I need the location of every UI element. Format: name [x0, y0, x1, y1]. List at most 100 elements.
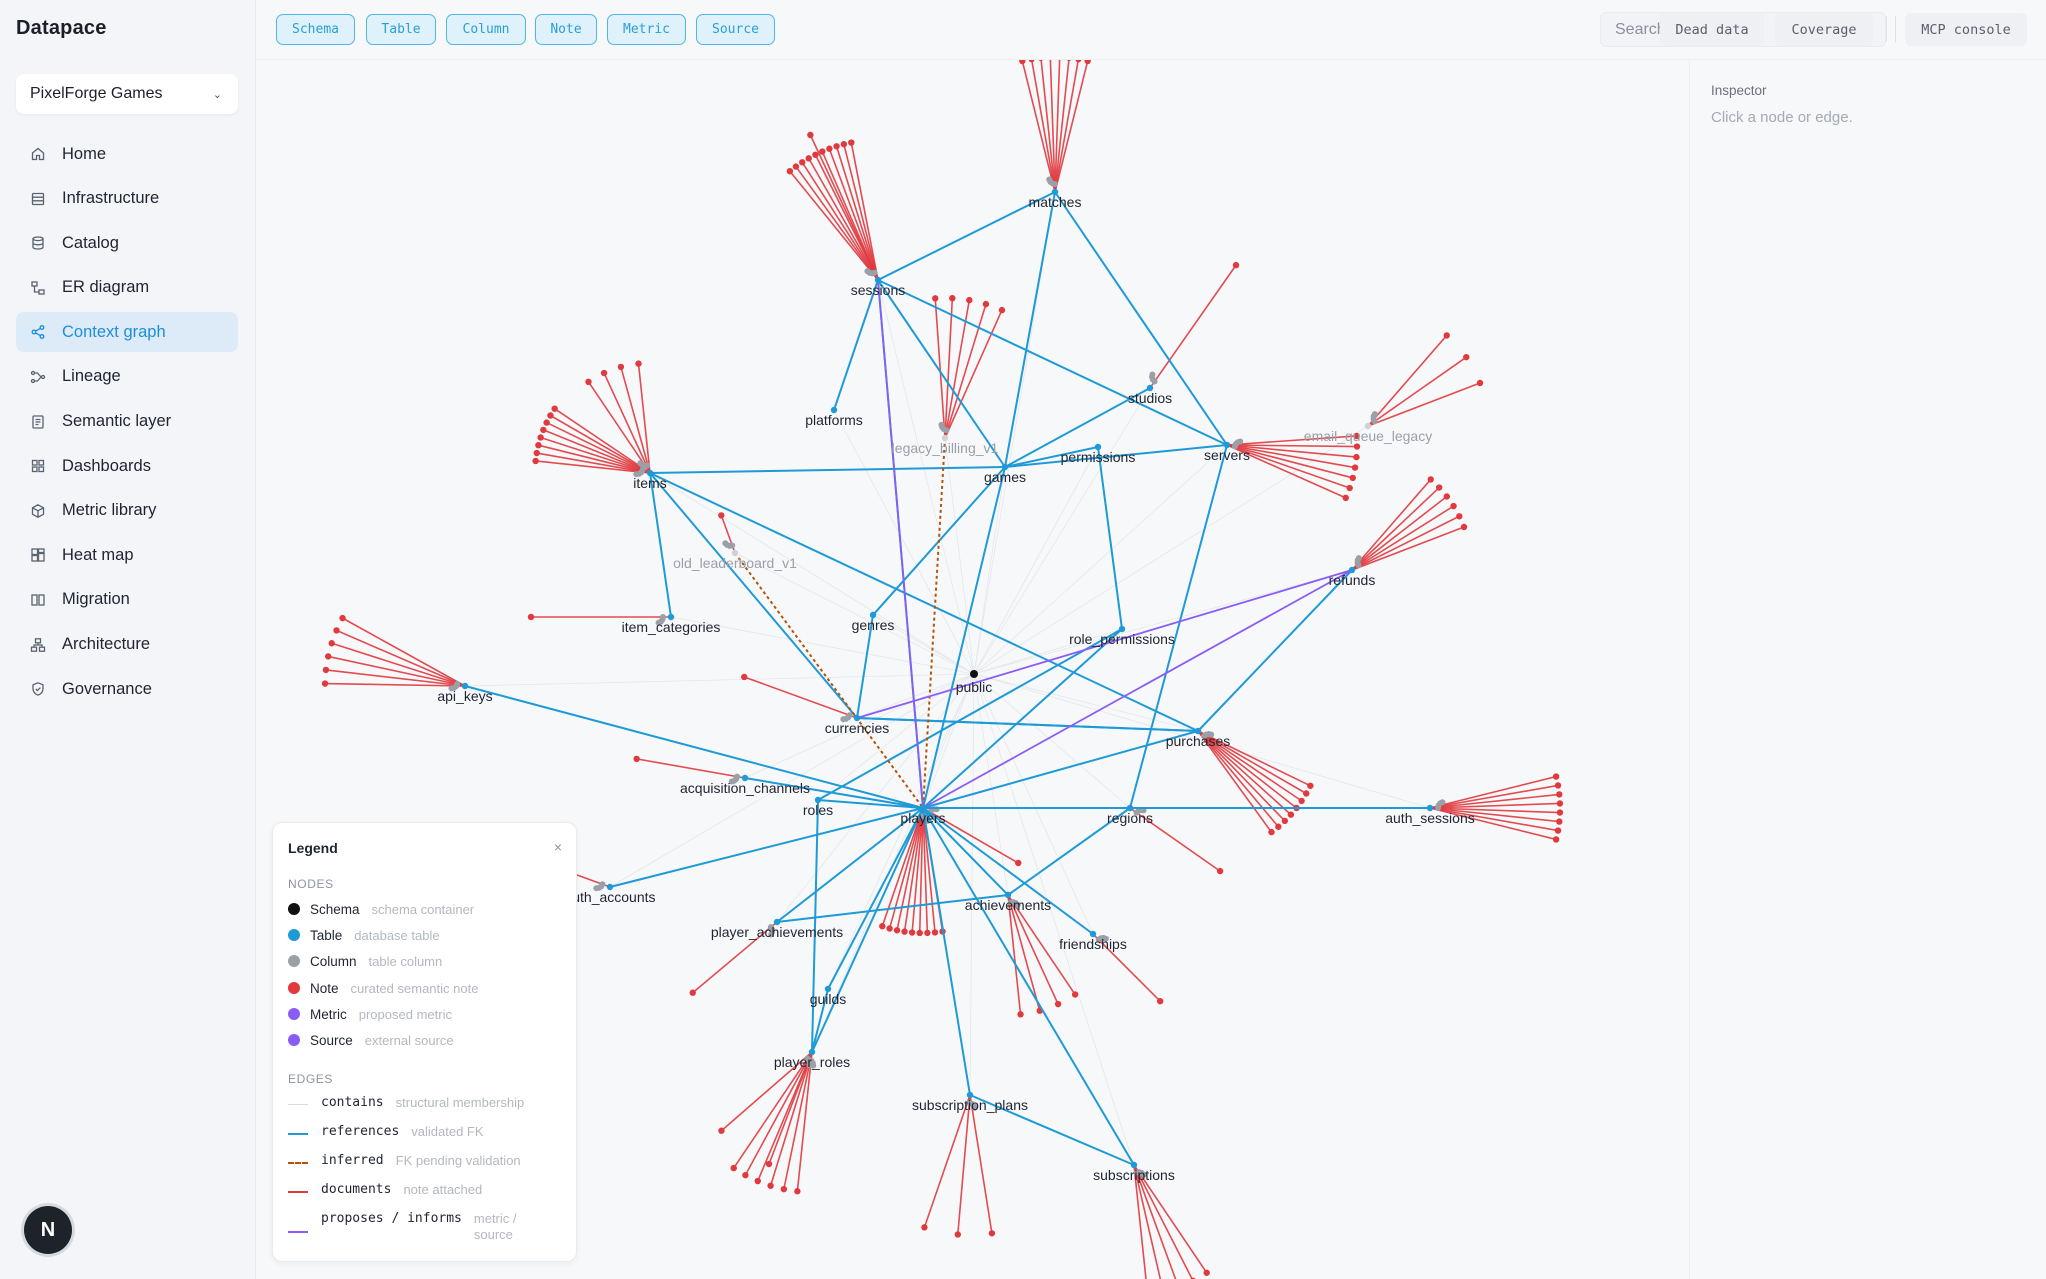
contains-edge[interactable]: [877, 279, 975, 675]
documents-edge[interactable]: [1226, 444, 1356, 469]
documents-edge[interactable]: [1133, 1164, 1148, 1279]
note-node[interactable]: [1015, 859, 1022, 867]
note-node[interactable]: [742, 1171, 749, 1179]
documents-edge[interactable]: [1197, 730, 1292, 816]
column-node[interactable]: [1232, 440, 1239, 447]
column-node[interactable]: [1354, 557, 1361, 564]
table-label[interactable]: auth_sessions: [1385, 810, 1475, 826]
sidebar-item-dashboards[interactable]: Dashboards: [16, 446, 238, 486]
contains-edge[interactable]: [776, 673, 975, 923]
documents-edge[interactable]: [1149, 264, 1237, 389]
note-node[interactable]: [794, 1188, 801, 1195]
note-node[interactable]: [807, 131, 814, 139]
column-node[interactable]: [644, 462, 651, 469]
references-edge[interactable]: [811, 988, 829, 1053]
table-label[interactable]: purchases: [1166, 733, 1231, 749]
contains-edge[interactable]: [734, 552, 975, 675]
column-node[interactable]: [1133, 809, 1140, 816]
column-node[interactable]: [726, 542, 733, 549]
contains-edge[interactable]: [464, 673, 975, 687]
column-node[interactable]: [1371, 411, 1378, 418]
column-node[interactable]: [1371, 418, 1378, 425]
column-node[interactable]: [1149, 376, 1156, 383]
documents-edge[interactable]: [1133, 1164, 1163, 1279]
note-node[interactable]: [1293, 804, 1300, 812]
contains-edge[interactable]: [973, 673, 1431, 809]
documents-edge[interactable]: [922, 807, 1019, 864]
note-node[interactable]: [535, 441, 542, 449]
column-node[interactable]: [1234, 439, 1241, 446]
references-edge[interactable]: [1004, 387, 1151, 468]
documents-edge[interactable]: [1054, 60, 1089, 193]
column-node[interactable]: [1095, 936, 1102, 943]
table-node[interactable]: [667, 613, 675, 621]
references-edge[interactable]: [1054, 191, 1228, 446]
table-label[interactable]: email_queue_legacy: [1304, 428, 1432, 444]
documents-edge[interactable]: [1226, 444, 1358, 448]
column-node[interactable]: [806, 1056, 813, 1063]
documents-edge[interactable]: [1429, 807, 1560, 823]
table-node[interactable]: [1130, 1161, 1138, 1169]
references-edge[interactable]: [744, 777, 924, 809]
column-node[interactable]: [767, 924, 774, 931]
note-node[interactable]: [1268, 828, 1275, 836]
contains-edge[interactable]: [973, 425, 1369, 675]
note-node[interactable]: [1353, 432, 1360, 440]
documents-edge[interactable]: [325, 682, 466, 687]
references-edge[interactable]: [922, 807, 971, 1096]
note-node[interactable]: [1303, 790, 1310, 797]
note-node[interactable]: [1554, 782, 1562, 789]
note-node[interactable]: [954, 1231, 961, 1238]
contains-edge[interactable]: [609, 673, 975, 888]
column-node[interactable]: [840, 716, 847, 723]
column-node[interactable]: [938, 421, 945, 428]
note-node[interactable]: [982, 300, 990, 308]
column-node[interactable]: [733, 776, 740, 783]
documents-edge[interactable]: [733, 1051, 813, 1169]
table-node[interactable]: [1223, 441, 1231, 449]
column-node[interactable]: [1354, 560, 1361, 567]
documents-edge[interactable]: [903, 807, 924, 932]
note-node[interactable]: [1353, 453, 1360, 461]
table-node[interactable]: [966, 1091, 974, 1099]
references-edge[interactable]: [649, 472, 1199, 732]
documents-edge[interactable]: [796, 1051, 813, 1192]
table-node[interactable]: [814, 796, 822, 804]
column-node[interactable]: [931, 806, 938, 813]
table-label[interactable]: player_achievements: [711, 924, 843, 940]
table-label[interactable]: regions: [1107, 810, 1153, 826]
table-node[interactable]: [741, 774, 749, 782]
documents-edge[interactable]: [801, 161, 879, 281]
table-label[interactable]: subscriptions: [1093, 1167, 1175, 1183]
documents-edge[interactable]: [881, 807, 924, 927]
documents-edge[interactable]: [850, 142, 879, 281]
sidebar-item-infrastructure[interactable]: Infrastructure: [16, 179, 238, 219]
documents-edge[interactable]: [789, 170, 879, 281]
note-node[interactable]: [1427, 476, 1434, 483]
column-node[interactable]: [1010, 899, 1017, 906]
contains-edge[interactable]: [856, 673, 975, 719]
note-node[interactable]: [848, 139, 855, 146]
table-node[interactable]: [824, 985, 832, 993]
column-node[interactable]: [1370, 413, 1377, 420]
column-node[interactable]: [1435, 802, 1442, 809]
references-edge[interactable]: [877, 191, 1056, 281]
column-node[interactable]: [866, 269, 873, 276]
documents-edge[interactable]: [1429, 775, 1557, 809]
column-node[interactable]: [971, 1104, 978, 1111]
note-node[interactable]: [908, 929, 916, 936]
documents-edge[interactable]: [1197, 730, 1279, 828]
note-node[interactable]: [718, 512, 725, 519]
contains-edge[interactable]: [922, 673, 975, 809]
column-node[interactable]: [804, 1055, 811, 1062]
column-node[interactable]: [731, 777, 738, 784]
contains-edge[interactable]: [973, 466, 1006, 675]
note-node[interactable]: [328, 640, 335, 647]
column-node[interactable]: [1370, 416, 1377, 423]
sidebar-item-migration[interactable]: Migration: [16, 580, 238, 620]
note-node[interactable]: [635, 360, 642, 367]
column-node[interactable]: [1046, 176, 1053, 183]
documents-edge[interactable]: [1226, 444, 1350, 489]
column-node[interactable]: [722, 540, 729, 547]
note-node[interactable]: [1071, 991, 1079, 998]
